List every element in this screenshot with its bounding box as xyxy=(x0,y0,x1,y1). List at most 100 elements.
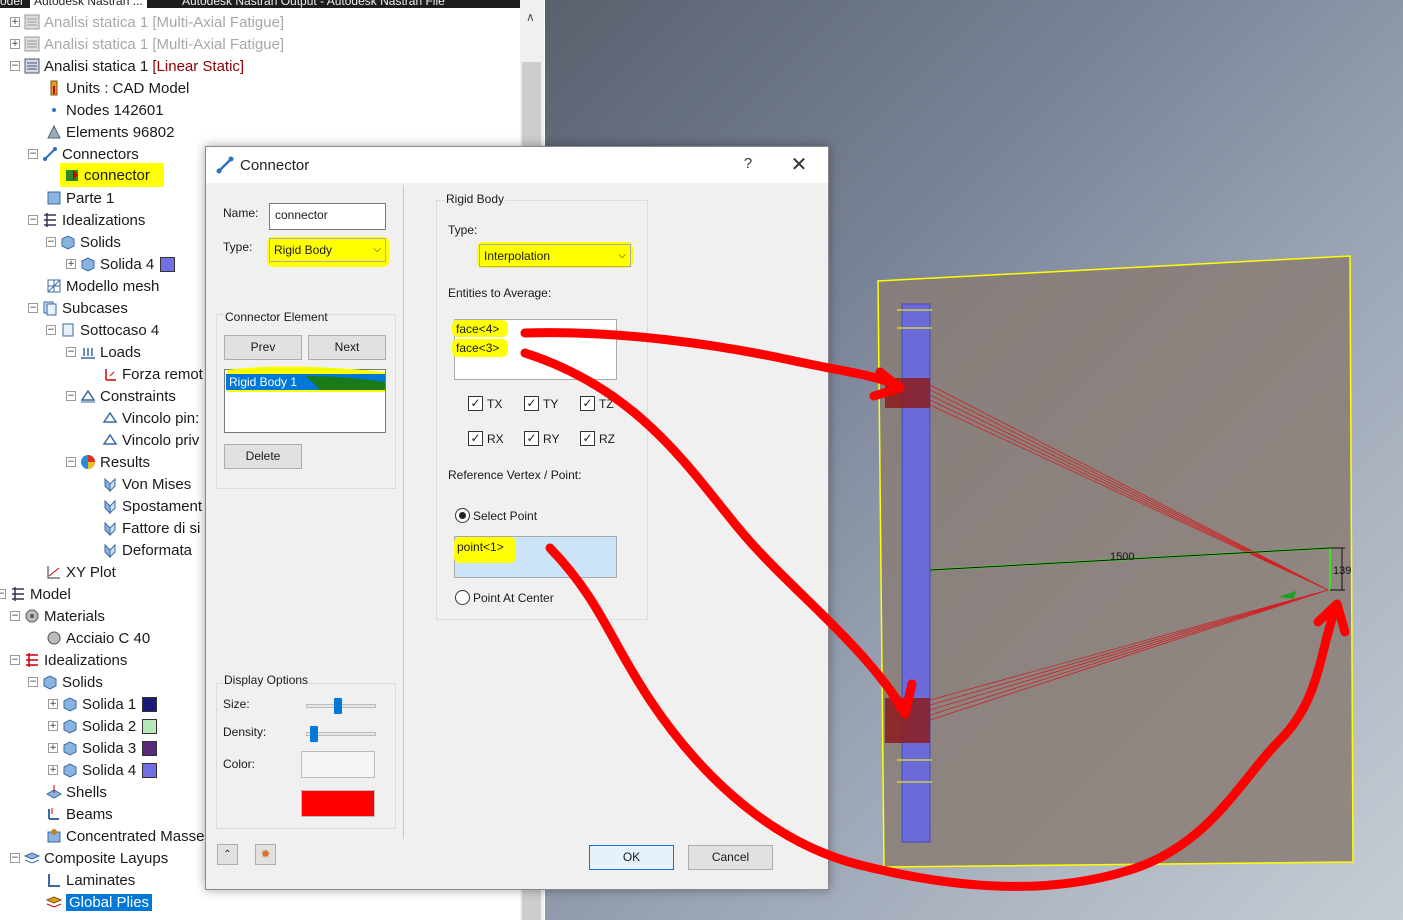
rz-checkbox[interactable]: ✓ xyxy=(580,431,595,446)
tree-idealizations-model[interactable]: − Idealizations xyxy=(10,649,127,671)
tree-global-plies[interactable]: Global Plies xyxy=(45,891,153,913)
tree-materials[interactable]: − Materials xyxy=(10,605,105,627)
tree-sottocaso[interactable]: − Sottocaso 4 xyxy=(46,319,159,341)
help-button[interactable]: ? xyxy=(738,155,758,172)
tree-loads[interactable]: − Loads xyxy=(66,341,141,363)
tree-label: Solida 4 xyxy=(82,761,137,779)
tree-solida4[interactable]: + Solida 4 xyxy=(66,253,176,275)
tree-constraints[interactable]: − Constraints xyxy=(66,385,176,407)
scroll-up-icon[interactable]: ∧ xyxy=(526,10,535,24)
tx-checkbox[interactable]: ✓ xyxy=(468,396,483,411)
close-button[interactable]: ✕ xyxy=(788,152,810,176)
tab-nastran-output[interactable]: Autodesk Nastran Output - Autodesk Nastr… xyxy=(182,0,445,8)
divider xyxy=(403,185,404,839)
tree-masses[interactable]: Concentrated Masses xyxy=(46,825,212,847)
ok-button[interactable]: OK xyxy=(589,845,674,870)
expand-icon[interactable]: + xyxy=(66,259,76,269)
rx-checkbox[interactable]: ✓ xyxy=(468,431,483,446)
ry-checkbox[interactable]: ✓ xyxy=(524,431,539,446)
tree-solida1[interactable]: + Solida 1 xyxy=(48,693,158,715)
select-point-radio[interactable] xyxy=(455,508,470,523)
tree-units[interactable]: Units : CAD Model xyxy=(46,77,189,99)
tab-nastran[interactable]: Autodesk Nastran ... xyxy=(30,0,147,8)
tree-analysis-fatigue-2[interactable]: + Analisi statica 1 [Multi-Axial Fatigue] xyxy=(10,33,284,55)
tree-vincolo-priv[interactable]: Vincolo priv xyxy=(102,429,199,451)
expand-icon[interactable]: + xyxy=(48,721,58,731)
expand-icon[interactable]: + xyxy=(48,699,58,709)
tree-composite[interactable]: − Composite Layups xyxy=(10,847,168,869)
collapse-icon[interactable]: − xyxy=(10,61,20,71)
collapse-icon[interactable]: − xyxy=(10,655,20,665)
collapse-icon[interactable]: − xyxy=(28,215,38,225)
tab-model[interactable]: odel xyxy=(0,0,23,8)
tree-analysis-fatigue-1[interactable]: + Analisi statica 1 [Multi-Axial Fatigue] xyxy=(10,11,284,33)
tree-elements[interactable]: Elements 96802 xyxy=(46,121,174,143)
tree-shells[interactable]: Shells xyxy=(45,781,107,803)
ty-checkbox[interactable]: ✓ xyxy=(524,396,539,411)
delete-button[interactable]: Delete xyxy=(224,444,302,469)
entity-face4[interactable]: face<4> xyxy=(456,322,499,336)
prev-button[interactable]: Prev xyxy=(224,335,302,360)
tree-parte[interactable]: Parte 1 xyxy=(46,187,114,209)
tree-acciaio[interactable]: Acciaio C 40 xyxy=(46,627,150,649)
dialog-title: Connector xyxy=(240,157,310,174)
collapse-icon[interactable]: − xyxy=(28,677,38,687)
options-button[interactable]: ✸ xyxy=(255,844,276,865)
density-slider-thumb[interactable] xyxy=(310,726,318,742)
expand-icon[interactable]: + xyxy=(10,39,20,49)
tree-vincolo-pin[interactable]: Vincolo pin: xyxy=(102,407,199,429)
tree-solids[interactable]: − Solids xyxy=(46,231,121,253)
tree-forza[interactable]: Forza remot xyxy=(102,363,203,385)
tree-idealizations[interactable]: − Idealizations xyxy=(28,209,145,231)
tree-subcases[interactable]: − Subcases xyxy=(28,297,128,319)
collapse-icon[interactable]: − xyxy=(10,611,20,621)
collapse-icon[interactable]: − xyxy=(66,391,76,401)
element-list-item[interactable]: Rigid Body 1 xyxy=(225,362,387,394)
rb-type-select[interactable]: Interpolation ⌵ xyxy=(479,244,631,267)
collapse-icon[interactable]: − xyxy=(66,347,76,357)
color-picker[interactable] xyxy=(301,751,375,778)
tree-vonmises[interactable]: Von Mises xyxy=(102,473,191,495)
point-at-center-radio[interactable] xyxy=(455,590,470,605)
tree-solida4-model[interactable]: + Solida 4 xyxy=(48,759,158,781)
expand-icon[interactable]: + xyxy=(48,743,58,753)
tree-model[interactable]: − Model xyxy=(0,583,71,605)
collapse-icon[interactable]: − xyxy=(10,853,20,863)
collapse-icon[interactable]: − xyxy=(66,457,76,467)
tree-nodes[interactable]: Nodes 142601 xyxy=(46,99,164,121)
tree-results[interactable]: − Results xyxy=(66,451,150,473)
tree-fattore[interactable]: Fattore di si xyxy=(102,517,200,539)
tree-deformata[interactable]: Deformata xyxy=(102,539,192,561)
tree-laminates[interactable]: Laminates xyxy=(46,869,135,891)
next-button[interactable]: Next xyxy=(308,335,386,360)
expand-icon[interactable]: + xyxy=(48,765,58,775)
color-preview[interactable] xyxy=(301,790,375,817)
name-input[interactable]: connector xyxy=(269,203,386,230)
collapse-button[interactable]: ⌃ xyxy=(217,844,238,865)
type-select[interactable]: Rigid Body ⌵ xyxy=(269,238,386,262)
size-slider-thumb[interactable] xyxy=(334,698,342,714)
tree-mesh[interactable]: Modello mesh xyxy=(46,275,159,297)
tree-solids-model[interactable]: − Solids xyxy=(28,671,103,693)
tree-connectors[interactable]: − Connectors xyxy=(28,143,139,165)
collapse-icon[interactable]: − xyxy=(46,325,56,335)
tree-solida3[interactable]: + Solida 3 xyxy=(48,737,158,759)
tree-solida2[interactable]: + Solida 2 xyxy=(48,715,158,737)
collapse-icon[interactable]: − xyxy=(0,589,6,599)
collapse-icon[interactable]: − xyxy=(28,149,38,159)
entity-face3[interactable]: face<3> xyxy=(456,341,499,355)
expand-icon[interactable]: + xyxy=(10,17,20,27)
cancel-button[interactable]: Cancel xyxy=(688,845,773,870)
point-entry[interactable]: point<1> xyxy=(457,540,504,554)
collapse-icon[interactable]: − xyxy=(46,237,56,247)
tree-connector-item[interactable]: connector xyxy=(60,163,164,187)
collapse-icon[interactable]: − xyxy=(28,303,38,313)
tree-tag: [Linear Static] xyxy=(152,57,245,75)
tree-beams[interactable]: Beams xyxy=(46,803,113,825)
result-plot-icon xyxy=(102,476,118,493)
tz-checkbox[interactable]: ✓ xyxy=(580,396,595,411)
tree-analysis-linear[interactable]: − Analisi statica 1 [Linear Static] xyxy=(10,55,244,77)
tree-spostamento[interactable]: Spostament xyxy=(102,495,202,517)
tree-xyplot[interactable]: XY Plot xyxy=(46,561,116,583)
tree-label: Solida 3 xyxy=(82,739,137,757)
